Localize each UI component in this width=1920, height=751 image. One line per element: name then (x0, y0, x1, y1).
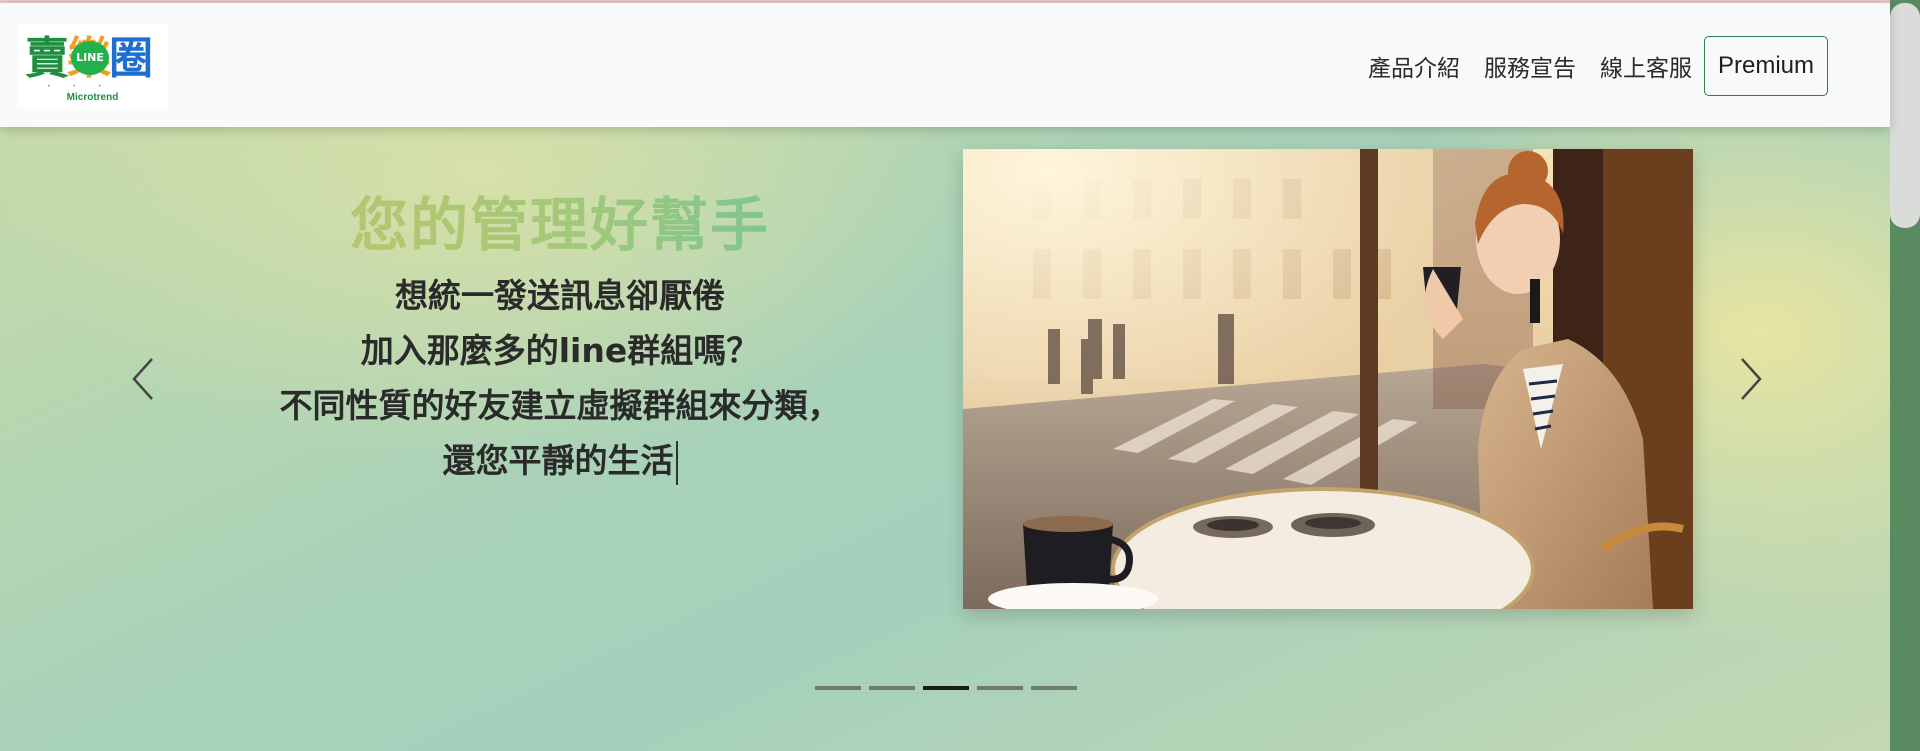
hero-body-line-4: 還您平靜的生活 (442, 441, 674, 480)
site-logo[interactable]: 賣樂圈 LINE • • • Microtrend (17, 24, 168, 109)
scrollbar-thumb[interactable] (1890, 3, 1920, 228)
nav-link-products[interactable]: 產品介紹 (1368, 49, 1460, 83)
carousel-indicator-5[interactable] (1031, 686, 1077, 690)
navbar: 賣樂圈 LINE • • • Microtrend 產品介紹 服務宣告 線上客服… (0, 3, 1890, 127)
carousel-indicator-3[interactable] (923, 686, 969, 690)
nav-link-online-support[interactable]: 線上客服 (1600, 49, 1692, 83)
hero-body-line-3: 不同性質的好友建立虛擬群組來分類， (279, 386, 841, 425)
carousel-prev-button[interactable] (124, 355, 164, 403)
carousel-indicator-2[interactable] (869, 686, 915, 690)
hero-body-line-1: 想統一發送訊息卻厭倦 (395, 276, 725, 315)
logo-brand-text: Microtrend (66, 92, 119, 103)
premium-button[interactable]: Premium (1703, 36, 1828, 96)
text-caret (675, 440, 678, 485)
carousel-indicator-1[interactable] (815, 686, 861, 690)
carousel-next-button[interactable] (1730, 355, 1770, 403)
hero-photo (963, 149, 1693, 609)
logo-glyph-1: 賣 (25, 33, 69, 84)
carousel-indicator-4[interactable] (977, 686, 1023, 690)
hero-headline: 您的管理好幫手 (240, 188, 880, 262)
logo-glyph-3: 圈 (109, 33, 153, 84)
logo-dots: • • • (47, 83, 112, 90)
nav-link-service-notice[interactable]: 服務宣告 (1484, 49, 1576, 83)
nav-menu: 產品介紹 服務宣告 線上客服 Premium (1344, 36, 1828, 96)
logo-line-badge: LINE (71, 41, 109, 75)
chevron-left-icon (132, 358, 153, 400)
hero-body: 想統一發送訊息卻厭倦 加入那麼多的line群組嗎？ 不同性質的好友建立虛擬群組來… (240, 268, 880, 488)
hero-body-line-2: 加入那麼多的line群組嗎？ (360, 331, 760, 370)
carousel-indicators (815, 686, 1085, 690)
chevron-right-icon (1741, 358, 1762, 400)
